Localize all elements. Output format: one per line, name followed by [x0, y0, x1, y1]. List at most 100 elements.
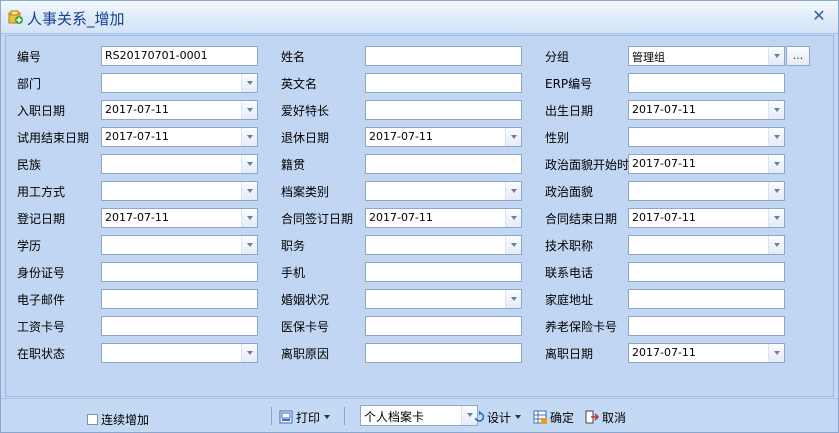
exit-icon: [585, 410, 599, 424]
chevron-down-icon[interactable]: [505, 236, 521, 254]
label-jishu: 技术职称: [545, 239, 594, 253]
jishu-select[interactable]: [628, 235, 785, 255]
label-ruzhi: 入职日期: [17, 104, 66, 118]
chevron-down-icon[interactable]: [768, 344, 784, 362]
chevron-down-icon[interactable]: [241, 74, 257, 92]
print-label: 打印: [296, 410, 321, 425]
lizhi-rq-date-picker[interactable]: 2017-07-11: [628, 343, 785, 363]
chevron-down-icon[interactable]: [505, 128, 521, 146]
yonggong-select[interactable]: [101, 181, 258, 201]
label-aihao: 爱好特长: [281, 104, 330, 118]
close-icon: ✕: [812, 6, 826, 25]
print-template-value: 个人档案卡: [364, 410, 425, 424]
dangan-select[interactable]: [365, 181, 522, 201]
cancel-button[interactable]: 取消: [585, 408, 626, 426]
label-email: 电子邮件: [17, 293, 66, 307]
chevron-down-icon[interactable]: [768, 209, 784, 227]
hetong-js-value: 2017-07-11: [632, 211, 696, 224]
label-bumen: 部门: [17, 77, 42, 91]
chevron-down-icon[interactable]: [768, 101, 784, 119]
fenzu-browse-button[interactable]: ...: [786, 46, 810, 66]
chevron-down-icon[interactable]: [768, 128, 784, 146]
chevron-down-icon[interactable]: [241, 155, 257, 173]
shiyong-value: 2017-07-11: [105, 130, 169, 143]
refresh-icon: [474, 410, 484, 422]
shouji-input[interactable]: [365, 262, 522, 282]
chusheng-date-picker[interactable]: 2017-07-11: [628, 100, 785, 120]
lizhi-yy-input[interactable]: [365, 343, 522, 363]
label-zhengzhi-start: 政治面貌开始时: [545, 158, 630, 172]
tuixiu-date-picker[interactable]: 2017-07-11: [365, 127, 522, 147]
yingwenming-input[interactable]: [365, 73, 522, 93]
chevron-down-icon[interactable]: [241, 236, 257, 254]
fenzu-select[interactable]: 管理组: [628, 46, 785, 66]
close-button[interactable]: ✕: [810, 7, 828, 25]
dialog-window: 人事关系_增加 ✕ 编号 RS20170701-0001 姓名 分组 管理组 .…: [0, 0, 839, 433]
zhengzhi-start-date-picker[interactable]: 2017-07-11: [628, 154, 785, 174]
chevron-down-icon[interactable]: [505, 182, 521, 200]
bumen-select[interactable]: [101, 73, 258, 93]
ruzhi-value: 2017-07-11: [105, 103, 169, 116]
label-jiating: 家庭地址: [545, 293, 594, 307]
hetong-js-date-picker[interactable]: 2017-07-11: [628, 208, 785, 228]
chevron-down-icon[interactable]: [241, 128, 257, 146]
chevron-down-icon[interactable]: [505, 209, 521, 227]
lianxi-input[interactable]: [628, 262, 785, 282]
minzu-select[interactable]: [101, 154, 258, 174]
checkbox-box[interactable]: [87, 414, 98, 425]
toolbar-separator: [344, 407, 345, 425]
email-input[interactable]: [101, 289, 258, 309]
aihao-input[interactable]: [365, 100, 522, 120]
xingming-input[interactable]: [365, 46, 522, 66]
bottom-toolbar: 连续增加 打印 个人档案卡 设计 确定 取消: [1, 398, 838, 432]
chevron-down-icon[interactable]: [241, 344, 257, 362]
confirm-button[interactable]: 确定: [533, 408, 574, 426]
label-zaizhi: 在职状态: [17, 347, 66, 361]
print-button[interactable]: 打印: [279, 408, 331, 426]
label-hetong-qd: 合同签订日期: [281, 212, 354, 226]
chevron-down-icon[interactable]: [241, 182, 257, 200]
zhengzhi-select[interactable]: [628, 181, 785, 201]
hunyin-select[interactable]: [365, 289, 522, 309]
label-xingming: 姓名: [281, 50, 306, 64]
shiyong-date-picker[interactable]: 2017-07-11: [101, 127, 258, 147]
chevron-down-icon: [324, 415, 331, 419]
hetong-qd-date-picker[interactable]: 2017-07-11: [365, 208, 522, 228]
label-minzu: 民族: [17, 158, 42, 172]
chevron-down-icon[interactable]: [768, 182, 784, 200]
label-lizhi-yy: 离职原因: [281, 347, 330, 361]
chevron-down-icon[interactable]: [241, 209, 257, 227]
xueli-select[interactable]: [101, 235, 258, 255]
chevron-down-icon[interactable]: [768, 155, 784, 173]
label-lizhi-rq: 离职日期: [545, 347, 594, 361]
continuous-add-checkbox[interactable]: 连续增加: [87, 411, 149, 428]
chevron-down-icon[interactable]: [768, 236, 784, 254]
erp-input[interactable]: [628, 73, 785, 93]
lizhi-rq-value: 2017-07-11: [632, 346, 696, 359]
label-yibao: 医保卡号: [281, 320, 330, 334]
gongzi-input[interactable]: [101, 316, 258, 336]
label-lianxi: 联系电话: [545, 266, 594, 280]
zaizhi-select[interactable]: [101, 343, 258, 363]
chevron-down-icon[interactable]: [241, 101, 257, 119]
bianhao-input[interactable]: RS20170701-0001: [101, 46, 258, 66]
chevron-down-icon[interactable]: [768, 47, 784, 65]
chevron-down-icon[interactable]: [505, 290, 521, 308]
yibao-input[interactable]: [365, 316, 522, 336]
ruzhi-date-picker[interactable]: 2017-07-11: [101, 100, 258, 120]
shenfen-input[interactable]: [101, 262, 258, 282]
table-confirm-icon: [533, 410, 547, 424]
print-template-select[interactable]: 个人档案卡: [360, 405, 478, 426]
zhiwu-select[interactable]: [365, 235, 522, 255]
design-button[interactable]: 设计: [474, 408, 522, 426]
xingbie-select[interactable]: [628, 127, 785, 147]
jiating-input[interactable]: [628, 289, 785, 309]
fenzu-value: 管理组: [632, 51, 665, 64]
label-yanglao: 养老保险卡号: [545, 320, 618, 334]
dengji-date-picker[interactable]: 2017-07-11: [101, 208, 258, 228]
jiguan-input[interactable]: [365, 154, 522, 174]
title-bar[interactable]: 人事关系_增加 ✕: [1, 1, 838, 34]
yanglao-input[interactable]: [628, 316, 785, 336]
label-xueli: 学历: [17, 239, 42, 253]
label-gongzi: 工资卡号: [17, 320, 66, 334]
